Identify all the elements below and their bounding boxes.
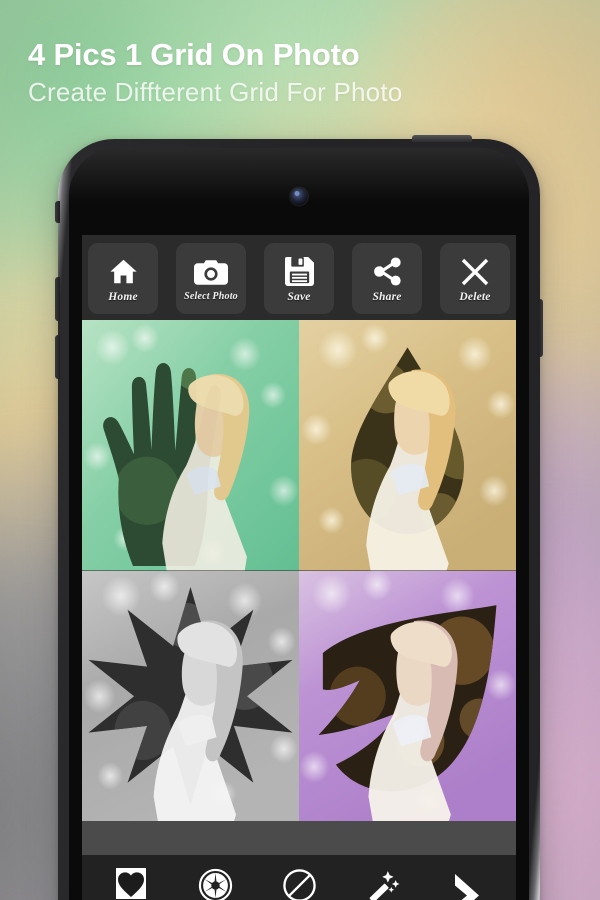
- change-color-button[interactable]: Change Color: [174, 865, 256, 900]
- next-button[interactable]: [426, 872, 508, 900]
- grid-cell-top-right[interactable]: [299, 320, 516, 571]
- home-button[interactable]: Home: [88, 243, 158, 314]
- floppy-disk-icon: [281, 255, 317, 289]
- effect-button[interactable]: Effect: [342, 865, 424, 900]
- next-arrow-icon: [447, 872, 487, 900]
- photo-grid: [82, 320, 516, 821]
- grid-bottom-spacer: [82, 821, 516, 855]
- change-shape-button[interactable]: Change Shape: [90, 865, 172, 900]
- power-button[interactable]: [538, 299, 543, 357]
- grid-cell-bottom-right[interactable]: [299, 570, 516, 821]
- save-button[interactable]: Save: [264, 243, 334, 314]
- grid-cell-top-left[interactable]: [82, 320, 299, 571]
- heart-shape-icon: [111, 865, 151, 900]
- delete-button-label: Delete: [459, 290, 491, 303]
- front-camera-icon: [290, 188, 308, 205]
- volume-down-button[interactable]: [55, 335, 60, 379]
- phone-top-antenna: [412, 135, 472, 142]
- home-icon: [105, 255, 141, 289]
- save-button-label: Save: [287, 290, 311, 303]
- delete-button[interactable]: Delete: [440, 243, 510, 314]
- select-photo-button[interactable]: Select Photo: [176, 243, 246, 314]
- share-nodes-icon: [369, 255, 405, 289]
- home-button-label: Home: [108, 290, 138, 303]
- bottom-toolbar: Change Shape: [82, 855, 516, 900]
- share-button[interactable]: Share: [352, 243, 422, 314]
- close-x-icon: [457, 255, 493, 289]
- top-toolbar: Home Select Photo Save Share Delete: [82, 235, 516, 320]
- camera-icon: [193, 255, 229, 289]
- header: 4 Pics 1 Grid On Photo Create Diffterent…: [0, 0, 600, 109]
- app-subtitle: Create Diffterent Grid For Photo: [28, 77, 403, 108]
- phone-screen: Home Select Photo Save Share Delete: [82, 235, 516, 900]
- share-button-label: Share: [372, 290, 402, 303]
- phone-mockup: Home Select Photo Save Share Delete: [55, 135, 543, 900]
- aperture-icon: [195, 865, 235, 900]
- select-photo-button-label: Select Photo: [184, 291, 238, 302]
- silent-switch-button[interactable]: [55, 201, 60, 223]
- app-title: 4 Pics 1 Grid On Photo: [28, 37, 360, 72]
- no-color-slash-icon: [279, 865, 319, 900]
- volume-up-button[interactable]: [55, 277, 60, 321]
- no-color-button[interactable]: No Color: [258, 865, 340, 900]
- magic-wand-icon: [363, 865, 403, 900]
- grid-cell-bottom-left[interactable]: [82, 570, 299, 821]
